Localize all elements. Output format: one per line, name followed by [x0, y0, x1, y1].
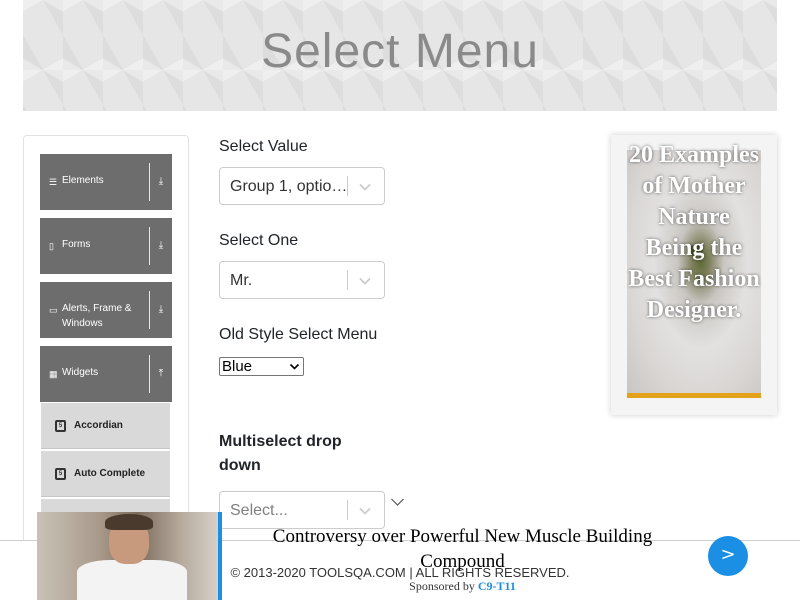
- ad-headline[interactable]: Controversy over Powerful New Muscle Bui…: [240, 524, 685, 574]
- download-arrow-icon: ⤓: [158, 240, 164, 251]
- html5-icon: 5: [55, 468, 66, 480]
- old-style-select-current: Blue: [222, 358, 253, 375]
- sidebar-item-accordian[interactable]: 5 Accordian: [41, 403, 170, 449]
- sidebar-group-elements[interactable]: ☰ Elements ⤓: [40, 154, 172, 210]
- sidebar: ☰ Elements ⤓ ▯ Forms ⤓ ▭ Alerts, Frame &…: [23, 135, 189, 555]
- advertisement-bottom[interactable]: Controversy over Powerful New Muscle Bui…: [0, 512, 800, 600]
- chevron-down-icon[interactable]: [358, 180, 372, 194]
- document-icon: ▯: [49, 241, 54, 251]
- ad-next-button[interactable]: >: [708, 536, 748, 576]
- old-style-select-label: Old Style Select Menu: [219, 326, 378, 343]
- grid-icon: ▦: [49, 369, 58, 379]
- sidebar-group-forms[interactable]: ▯ Forms ⤓: [40, 218, 172, 274]
- ad-right-text: 20 Examples of Mother Nature Being the B…: [628, 142, 760, 323]
- download-arrow-icon: ⤓: [158, 304, 164, 315]
- sidebar-item-label: Auto Complete: [74, 468, 146, 479]
- old-style-select-menu[interactable]: Blue: [219, 357, 304, 376]
- sidebar-group-alerts-frame-windows[interactable]: ▭ Alerts, Frame & Windows ⤓: [40, 282, 172, 338]
- sidebar-item-label: Accordian: [74, 420, 123, 431]
- hamburger-icon: ☰: [49, 177, 58, 187]
- ad-photo: [37, 512, 218, 600]
- chevron-down-icon[interactable]: [390, 496, 405, 508]
- select-value-dropdown[interactable]: Group 1, option 1: [219, 167, 385, 205]
- window-icon: ▭: [49, 305, 58, 315]
- sidebar-group-label: Forms: [62, 239, 91, 250]
- select-one-dropdown[interactable]: Mr.: [219, 261, 385, 299]
- sidebar-group-label: Elements: [62, 175, 104, 186]
- sidebar-group-widgets[interactable]: ▦ Widgets ⤒: [40, 346, 172, 402]
- page-banner: Select Menu: [23, 0, 777, 111]
- ad-sponsor-name[interactable]: C9-T11: [478, 579, 516, 593]
- select-value-label: Select Value: [219, 138, 308, 155]
- page-title: Select Menu: [261, 25, 539, 78]
- multiselect-label: Multiselect drop down: [219, 433, 342, 474]
- select-value-current: Group 1, option 1: [230, 178, 348, 195]
- upload-arrow-icon: ⤒: [158, 368, 164, 379]
- ad-sponsor: Sponsored by C9-T11: [240, 579, 685, 594]
- select-one-current: Mr.: [230, 272, 253, 289]
- chevron-down-icon[interactable]: [358, 274, 372, 288]
- chevron-down-icon: [289, 363, 300, 370]
- sidebar-item-auto-complete[interactable]: 5 Auto Complete: [41, 451, 170, 497]
- advertisement-right[interactable]: 20 Examples of Mother Nature Being the B…: [611, 135, 777, 415]
- sidebar-group-label: Alerts, Frame & Windows: [62, 303, 132, 329]
- sidebar-group-label: Widgets: [62, 367, 99, 378]
- download-arrow-icon: ⤓: [158, 176, 164, 187]
- ad-sponsor-prefix: Sponsored by: [409, 579, 475, 593]
- select-one-label: Select One: [219, 232, 299, 249]
- html5-icon: 5: [55, 420, 66, 432]
